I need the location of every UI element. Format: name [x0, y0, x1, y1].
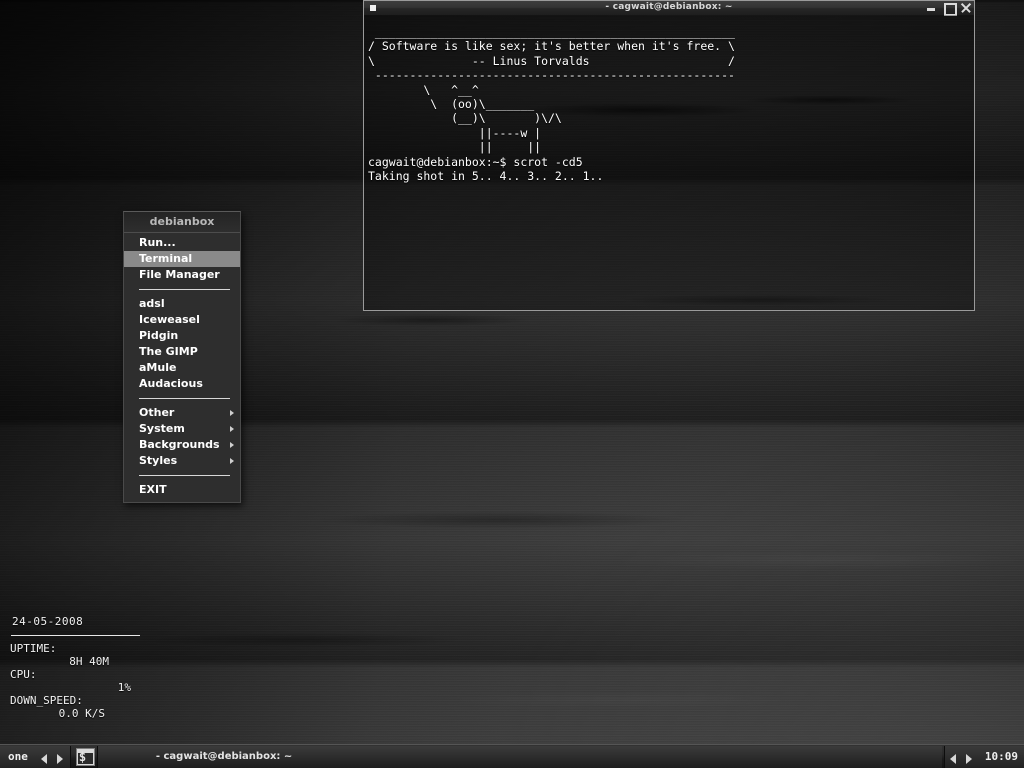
menu-item-other[interactable]: Other [124, 405, 240, 421]
terminal-titlebar[interactable]: - cagwait@debianbox: ~ [363, 0, 975, 16]
terminal-window[interactable]: - cagwait@debianbox: ~ _________________… [363, 0, 975, 313]
menu-item-label: The GIMP [139, 345, 198, 358]
menu-item-label: Run... [139, 236, 176, 249]
workspace-switcher[interactable]: one [0, 745, 71, 768]
task-item-terminal[interactable]: - cagwait@debianbox: ~ [98, 751, 292, 762]
menu-separator [139, 475, 230, 476]
menu-item-label: Pidgin [139, 329, 179, 342]
root-menu-title: debianbox [124, 212, 240, 233]
root-menu[interactable]: debianbox Run... Terminal File Manager a… [123, 211, 241, 503]
root-menu-items[interactable]: Run... Terminal File Manager adsl Icewea… [124, 233, 240, 502]
monitor-cpu-value: 1% [117, 681, 131, 694]
menu-item-exit[interactable]: EXIT [124, 482, 240, 498]
menu-item-label: Other [139, 406, 175, 419]
menu-item-label: System [139, 422, 185, 435]
menu-item-file-manager[interactable]: File Manager [124, 267, 240, 283]
terminal-output: ________________________________________… [368, 25, 735, 184]
monitor-downspeed-value: 0.0 K/S [58, 707, 105, 720]
monitor-downspeed-label: DOWN_SPEED: [10, 694, 83, 707]
menu-item-styles[interactable]: Styles [124, 453, 240, 469]
monitor-uptime-value: 8H 40M [69, 655, 109, 668]
chevron-right-icon [230, 458, 234, 464]
workspace-label: one [8, 750, 28, 763]
arrow-left-icon[interactable] [945, 746, 961, 768]
chevron-right-icon [230, 442, 234, 448]
menu-item-label: aMule [139, 361, 177, 374]
arrow-left-icon[interactable] [36, 746, 52, 768]
terminal-title: - cagwait@debianbox: ~ [605, 2, 733, 12]
terminal-icon[interactable]: $ [75, 747, 95, 766]
terminal-icon-prompt: $ [78, 749, 87, 764]
menu-item-label: Backgrounds [139, 438, 220, 451]
chevron-right-icon [230, 410, 234, 416]
menu-item-label: EXIT [139, 483, 167, 496]
arrow-right-icon[interactable] [52, 746, 68, 768]
menu-item-label: Audacious [139, 377, 203, 390]
menu-item-audacious[interactable]: Audacious [124, 376, 240, 392]
menu-item-pidgin[interactable]: Pidgin [124, 328, 240, 344]
arrow-right-icon[interactable] [961, 746, 977, 768]
task-list[interactable]: - cagwait@debianbox: ~ [96, 745, 942, 768]
system-monitor: 24-05-2008 UPTIME: 8H 40M CPU: 1% DOWN_S… [8, 615, 143, 720]
menu-item-label: adsl [139, 297, 165, 310]
clock: 10:09 [984, 750, 1018, 763]
menu-separator [139, 289, 230, 290]
menu-item-label: Styles [139, 454, 178, 467]
monitor-divider [11, 635, 140, 636]
menu-item-backgrounds[interactable]: Backgrounds [124, 437, 240, 453]
menu-item-iceweasel[interactable]: Iceweasel [124, 312, 240, 328]
terminal-screen[interactable]: ________________________________________… [363, 15, 975, 311]
close-icon[interactable] [960, 2, 971, 13]
menu-item-the-gimp[interactable]: The GIMP [124, 344, 240, 360]
monitor-cpu-label: CPU: [10, 668, 37, 681]
menu-item-label: Terminal [139, 252, 193, 265]
window-controls[interactable] [926, 2, 971, 16]
menu-item-system[interactable]: System [124, 421, 240, 437]
maximize-icon[interactable] [943, 2, 957, 16]
taskbar-tray[interactable]: 10:09 [943, 745, 1024, 768]
menu-item-label: File Manager [139, 268, 220, 281]
menu-item-adsl[interactable]: adsl [124, 296, 240, 312]
taskbar[interactable]: one $ - cagwait@debianbox: ~ 10:09 [0, 744, 1024, 768]
menu-separator [139, 398, 230, 399]
menu-item-label: Iceweasel [139, 313, 200, 326]
monitor-date: 24-05-2008 [12, 615, 84, 628]
menu-item-amule[interactable]: aMule [124, 360, 240, 376]
chevron-right-icon [230, 426, 234, 432]
menu-item-terminal[interactable]: Terminal [124, 251, 240, 267]
minimize-icon[interactable] [926, 2, 937, 13]
menu-item-run[interactable]: Run... [124, 235, 240, 251]
monitor-uptime-label: UPTIME: [10, 642, 57, 655]
